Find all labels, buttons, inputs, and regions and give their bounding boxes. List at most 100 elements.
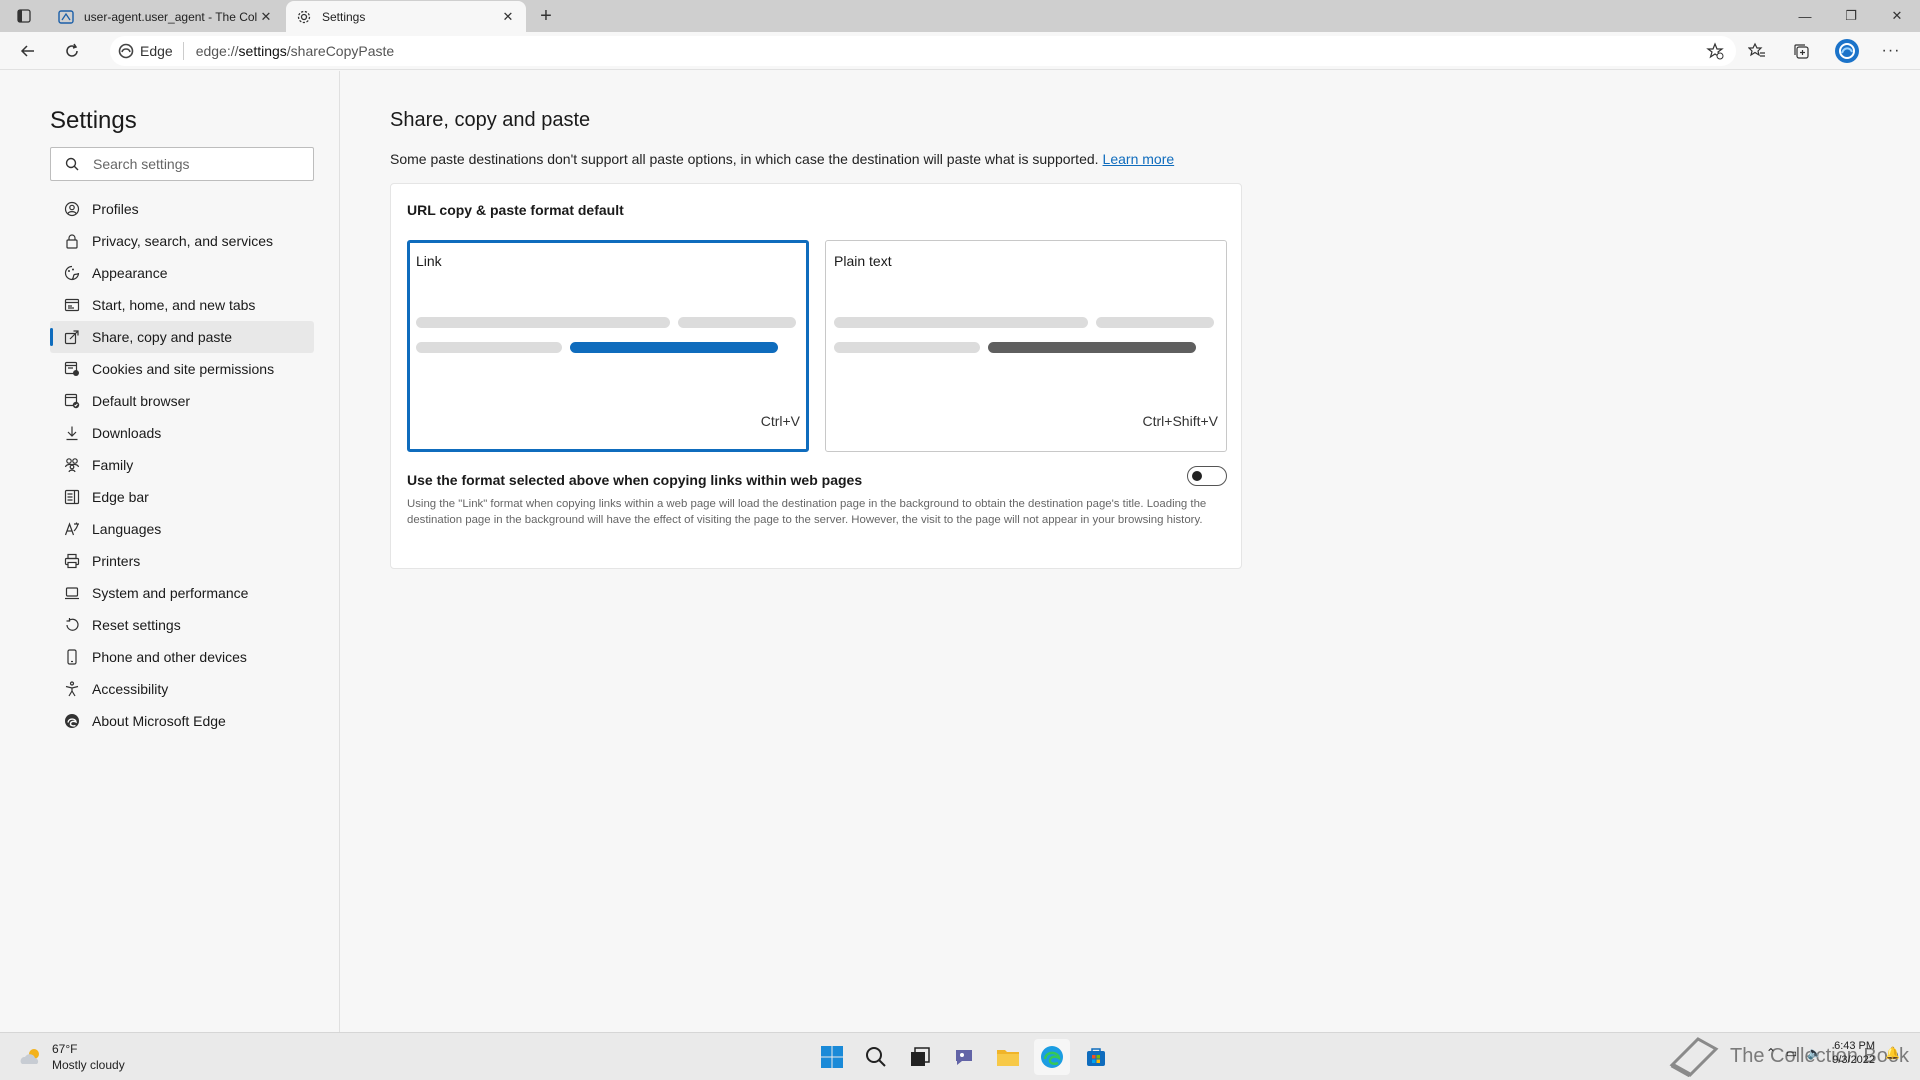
notification-icon[interactable]: 🔔 <box>1885 1046 1900 1060</box>
search-icon <box>866 1047 886 1067</box>
option-shortcut: Ctrl+V <box>760 413 800 429</box>
sidebar-item-family[interactable]: Family <box>50 449 314 481</box>
sidebar-item-label: Reset settings <box>92 617 181 633</box>
network-icon[interactable]: ▭ <box>1786 1046 1797 1060</box>
store-button[interactable] <box>1078 1039 1114 1075</box>
search-icon <box>65 157 79 171</box>
book-icon <box>1669 1037 1719 1077</box>
close-window-button[interactable]: ✕ <box>1874 0 1920 32</box>
sidebar-item-downloads[interactable]: Downloads <box>50 417 314 449</box>
sidebar-item-privacy[interactable]: Privacy, search, and services <box>50 225 314 257</box>
sidebar-item-label: Profiles <box>92 201 139 217</box>
plain-text-format-option[interactable]: Plain text Ctrl+Shift+V <box>825 240 1227 452</box>
sidebar-item-label: Appearance <box>92 265 168 281</box>
collections-icon <box>1794 44 1809 59</box>
more-options-button[interactable]: ··· <box>1880 40 1902 62</box>
sidebar-item-label: Phone and other devices <box>92 649 247 665</box>
sidebar-item-label: Printers <box>92 553 141 569</box>
page-description: Some paste destinations don't support al… <box>390 151 1174 167</box>
avatar-icon <box>1835 39 1859 63</box>
collections-button[interactable] <box>1790 40 1812 62</box>
close-tab-icon[interactable]: ✕ <box>500 9 516 25</box>
chat-button[interactable] <box>946 1039 982 1075</box>
start-button[interactable] <box>814 1039 850 1075</box>
learn-more-link[interactable]: Learn more <box>1103 151 1175 167</box>
profile-icon <box>64 201 80 217</box>
sidebar-item-label: About Microsoft Edge <box>92 713 226 729</box>
plus-icon: + <box>540 5 552 27</box>
refresh-button[interactable] <box>60 39 84 63</box>
link-format-option[interactable]: Link Ctrl+V <box>407 240 809 452</box>
tab-actions-icon <box>17 9 31 23</box>
weather-widget[interactable]: 67°F Mostly cloudy <box>18 1041 125 1073</box>
sidebar-item-edge-bar[interactable]: Edge bar <box>50 481 314 513</box>
search-box[interactable] <box>50 147 314 181</box>
sidebar-item-label: Downloads <box>92 425 162 441</box>
back-button[interactable] <box>16 39 40 63</box>
plain-text-highlight-bar <box>988 342 1196 353</box>
url-main: settings <box>238 43 287 59</box>
sidebar-item-default-browser[interactable]: Default browser <box>50 385 314 417</box>
edge-logo-icon <box>64 713 80 729</box>
sidebar-item-languages[interactable]: Languages <box>50 513 314 545</box>
sidebar-item-system[interactable]: System and performance <box>50 577 314 609</box>
sidebar-item-label: Languages <box>92 521 162 537</box>
option-label: Plain text <box>834 253 892 269</box>
sidebar-item-cookies[interactable]: Cookies and site permissions <box>50 353 314 385</box>
link-highlight-bar <box>570 342 778 353</box>
new-tab-button[interactable]: + <box>534 4 558 28</box>
refresh-icon <box>66 43 78 57</box>
tab-actions-button[interactable] <box>12 6 36 26</box>
task-view-button[interactable] <box>902 1039 938 1075</box>
profile-button[interactable] <box>1834 38 1860 64</box>
placeholder-bar <box>834 317 1088 328</box>
toggle-label: Use the format selected above when copyi… <box>407 472 863 488</box>
sidebar-item-start-home[interactable]: Start, home, and new tabs <box>50 289 314 321</box>
favorites-button[interactable] <box>1746 40 1768 62</box>
weather-temp: 67°F <box>52 1042 78 1056</box>
site-identity[interactable]: Edge <box>118 42 184 60</box>
address-bar[interactable]: Edge edge://settings/shareCopyPaste <box>110 36 1736 66</box>
sidebar-item-about[interactable]: About Microsoft Edge <box>50 705 314 737</box>
sidebar-item-printers[interactable]: Printers <box>50 545 314 577</box>
sidebar-item-phone[interactable]: Phone and other devices <box>50 641 314 673</box>
windows-logo-icon <box>821 1046 843 1068</box>
sidebar-item-accessibility[interactable]: Accessibility <box>50 673 314 705</box>
window-controls: — ❐ ✕ <box>1782 0 1920 32</box>
sidebar-title: Settings <box>50 107 137 134</box>
close-tab-icon[interactable]: ✕ <box>258 9 274 25</box>
chevron-up-icon[interactable]: ⌃ <box>1766 1046 1776 1060</box>
minimize-button[interactable]: — <box>1782 0 1828 32</box>
site-label: Edge <box>140 43 173 59</box>
sidebar-item-share-copy-paste[interactable]: Share, copy and paste <box>50 321 314 353</box>
tab-collection-book[interactable]: user-agent.user_agent - The Collection B… <box>48 1 284 32</box>
clock[interactable]: 6:43 PM 9/3/2022 <box>1832 1039 1875 1067</box>
tab-settings[interactable]: Settings ✕ <box>286 1 526 32</box>
more-icon: ··· <box>1881 42 1901 59</box>
add-favorite-button[interactable] <box>1706 42 1724 63</box>
tab-title: user-agent.user_agent - The Collection B… <box>84 9 258 24</box>
sidebar-item-label: Family <box>92 457 134 473</box>
description-text: Some paste destinations don't support al… <box>390 151 1099 167</box>
taskbar-search-button[interactable] <box>858 1039 894 1075</box>
edge-taskbar-button[interactable] <box>1034 1039 1070 1075</box>
edge-logo-icon <box>118 43 134 59</box>
sidebar-item-appearance[interactable]: Appearance <box>50 257 314 289</box>
settings-sidebar: Settings Profiles Privacy, search, and s… <box>0 71 340 1032</box>
tab-strip: user-agent.user_agent - The Collection B… <box>0 0 1920 32</box>
card-title: URL copy & paste format default <box>407 202 624 218</box>
restore-button[interactable]: ❐ <box>1828 0 1874 32</box>
sidebar-item-label: Cookies and site permissions <box>92 361 275 377</box>
sidebar-item-profiles[interactable]: Profiles <box>50 193 314 225</box>
format-within-pages-toggle[interactable] <box>1187 466 1227 486</box>
volume-icon[interactable]: 🔈 <box>1807 1046 1822 1060</box>
placeholder-bar <box>416 342 562 353</box>
accessibility-icon <box>64 681 80 697</box>
sidebar-item-reset[interactable]: Reset settings <box>50 609 314 641</box>
url-rest: /shareCopyPaste <box>286 43 395 59</box>
search-input[interactable] <box>93 156 293 172</box>
browser-toolbar: Edge edge://settings/shareCopyPaste ··· <box>0 32 1920 70</box>
chat-icon <box>956 1050 972 1065</box>
file-explorer-button[interactable] <box>990 1039 1026 1075</box>
reset-icon <box>64 617 80 633</box>
